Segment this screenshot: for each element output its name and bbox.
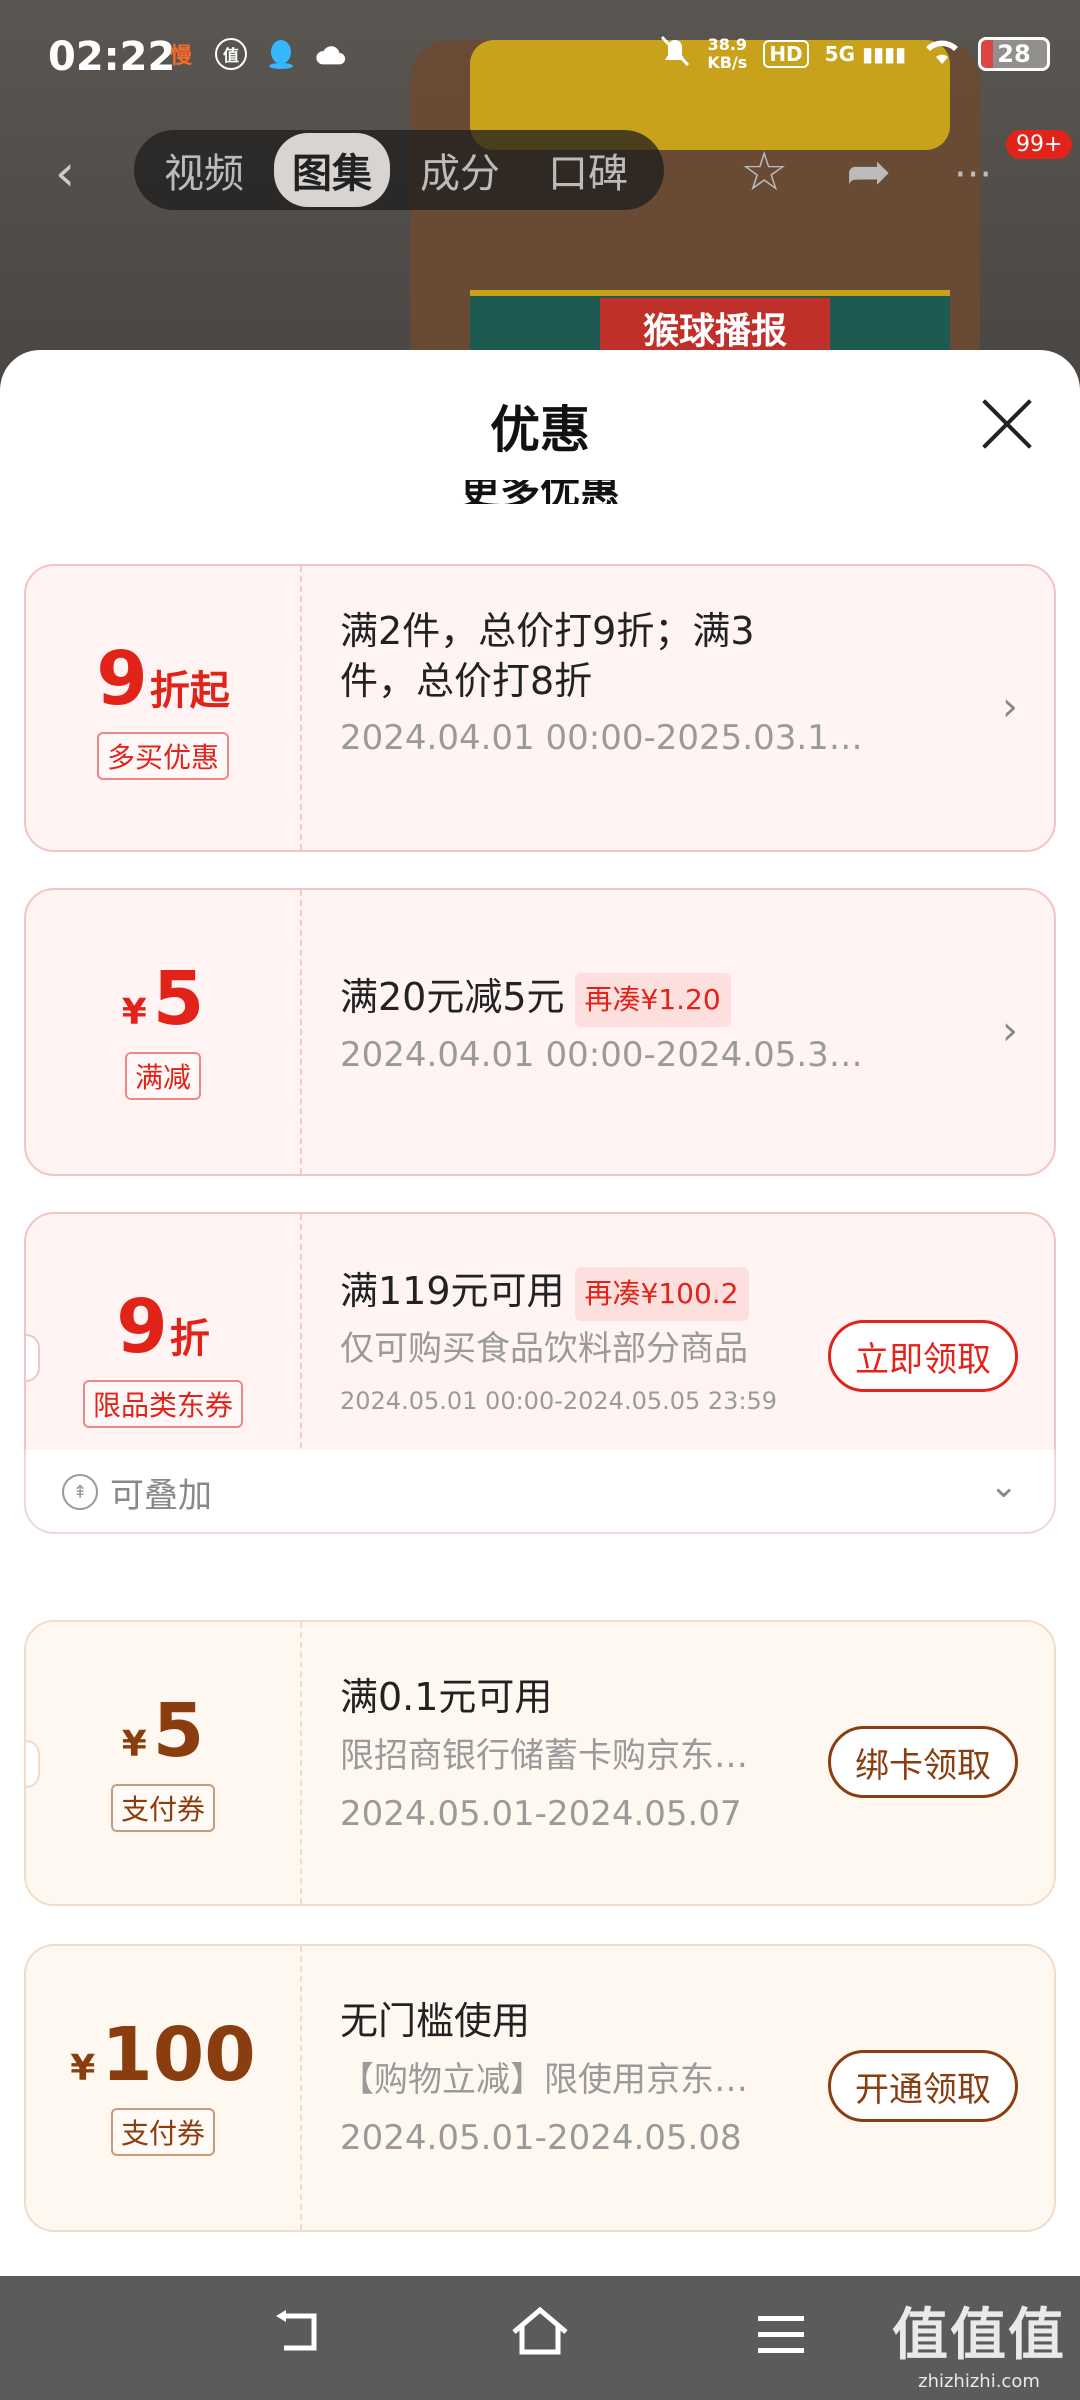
coupon-title: 无门槛使用 — [340, 1999, 531, 2043]
stack-icon: ⇞ — [62, 1474, 98, 1510]
coupon-value-block: 9折 限品类东券 — [26, 1284, 300, 1428]
coupon-details: 无门槛使用 【购物立减】限使用京东… 2024.05.01-2024.05.08 — [340, 1996, 748, 2162]
tab-ingredients[interactable]: 成分 — [402, 133, 518, 207]
promo-details: 满2件，总价打9折；满3件，总价打8折 2024.04.01 00:00-202… — [340, 606, 863, 762]
hd-icon: HD — [763, 39, 809, 68]
favorite-icon[interactable]: ☆ — [740, 140, 788, 203]
activate-claim-button[interactable]: 开通领取 — [828, 2050, 1018, 2122]
claim-now-button[interactable]: 立即领取 — [828, 1320, 1018, 1392]
product-banner-text: 猴球播报 — [600, 298, 830, 358]
top-up-pill: 再凑¥100.2 — [574, 1266, 749, 1321]
status-bar: 02:22 慢 值 38.9 KB/s HD 5G ▮▮▮▮ 28 — [0, 0, 1080, 120]
coupon-desc: 仅可购买食品饮料部分商品 — [340, 1328, 748, 1369]
promo-card-multibuy[interactable]: 9 折起 多买优惠 满2件，总价打9折；满3件，总价打8折 2024.04.01 … — [24, 564, 1056, 852]
promo-value-block: 9 折起 多买优惠 — [26, 636, 300, 780]
promo-card-discount[interactable]: ¥5 满减 满20元减5元 再凑¥1.20 2024.04.01 00:00-20… — [24, 888, 1056, 1176]
coupon-title: 满0.1元可用 — [340, 1675, 553, 1719]
network-speed: 38.9 KB/s — [707, 34, 748, 72]
top-up-pill: 再凑¥1.20 — [574, 972, 731, 1027]
coupon-period: 2024.05.01-2024.05.07 — [340, 1794, 742, 1834]
wifi-icon — [922, 36, 962, 71]
coupon-period: 2024.05.01-2024.05.08 — [340, 2118, 742, 2158]
promotions-sheet: 优惠 更多优惠 9 折起 多买优惠 满2件，总价打9折；满3件，总价打8折 202… — [0, 350, 1080, 2276]
coupon-period: 2024.05.01 00:00-2024.05.05 23:59 — [340, 1386, 778, 1415]
section-header-more-promotions: 更多优惠 — [460, 480, 620, 504]
chevron-right-icon: › — [1002, 1008, 1018, 1054]
tab-gallery[interactable]: 图集 — [274, 133, 390, 207]
tab-video[interactable]: 视频 — [146, 133, 262, 207]
cloud-icon — [315, 38, 347, 70]
coupon-tag: 支付券 — [110, 2108, 215, 2156]
battery-indicator: 28 — [978, 36, 1050, 71]
watermark: 值值值 zhizhizhi.com — [892, 2303, 1066, 2392]
share-icon[interactable]: ➦ — [846, 140, 891, 203]
coupon-value-block: ¥5 支付券 — [26, 1688, 300, 1832]
chevron-right-icon: › — [1002, 684, 1018, 730]
promo-tag: 多买优惠 — [96, 732, 229, 780]
clock: 02:22 — [48, 34, 176, 80]
more-icon[interactable]: ··· — [954, 152, 992, 198]
promo-title: 满2件，总价打9折；满3件，总价打8折 — [340, 609, 755, 703]
coupon-tag: 限品类东券 — [82, 1380, 243, 1428]
notification-icons: 慢 值 — [165, 38, 347, 70]
coupon-desc: 限招商银行储蓄卡购京东… — [340, 1736, 748, 1776]
coupon-tag: 支付券 — [110, 1784, 215, 1832]
promo-details: 满20元减5元 再凑¥1.20 2024.04.01 00:00-2024.05.… — [340, 972, 863, 1079]
media-tabs: 视频 图集 成分 口碑 — [134, 130, 664, 210]
back-nav-icon[interactable] — [272, 2306, 326, 2369]
home-icon[interactable] — [510, 2306, 570, 2369]
promo-period: 2024.04.01 00:00-2024.05.3… — [340, 1034, 863, 1075]
status-indicators: 38.9 KB/s HD 5G ▮▮▮▮ 28 — [659, 34, 1050, 73]
coupon-title: 满119元可用 — [340, 1269, 565, 1313]
promo-tag: 满减 — [124, 1052, 201, 1100]
message-badge: 99+ — [1006, 130, 1073, 159]
promo-title: 满20元减5元 — [340, 975, 565, 1019]
stackable-label: 可叠加 — [110, 1476, 212, 1516]
chevron-down-icon: ⌄ — [989, 1466, 1019, 1506]
menu-icon[interactable] — [756, 2306, 806, 2369]
promo-value-block: ¥5 满减 — [26, 956, 300, 1100]
product-nav-bar: ‹ 视频 图集 成分 口碑 ☆ ➦ ··· — [0, 130, 1080, 210]
sheet-title: 优惠 — [490, 401, 590, 459]
tab-reviews[interactable]: 口碑 — [530, 133, 646, 207]
coupon-details: 满0.1元可用 限招商银行储蓄卡购京东… 2024.05.01-2024.05.… — [340, 1672, 748, 1838]
close-icon[interactable] — [978, 396, 1034, 452]
coupon-value-block: ¥100 支付券 — [26, 2012, 300, 2156]
value-app-icon: 值 — [215, 38, 247, 70]
promo-period: 2024.04.01 00:00-2025.03.1… — [340, 718, 863, 758]
bind-card-claim-button[interactable]: 绑卡领取 — [828, 1726, 1018, 1798]
coupon-desc: 【购物立减】限使用京东… — [340, 2060, 748, 2100]
coupon-card-payment-bank: ¥5 支付券 满0.1元可用 限招商银行储蓄卡购京东… 2024.05.01-2… — [24, 1620, 1056, 1906]
coupon-details: 满119元可用 再凑¥100.2 仅可购买食品饮料部分商品 2024.05.01 … — [340, 1266, 777, 1415]
coupon-card-payment-nothreshold: ¥100 支付券 无门槛使用 【购物立减】限使用京东… 2024.05.01-2… — [24, 1944, 1056, 2232]
mute-icon — [659, 34, 691, 73]
signal-5g-icon: 5G ▮▮▮▮ — [824, 41, 906, 66]
back-icon[interactable]: ‹ — [55, 144, 75, 202]
stackable-row[interactable]: ⇞ 可叠加 ⌄ — [24, 1450, 1056, 1534]
app-notification-icon: 慢 — [169, 44, 192, 69]
qq-icon — [265, 38, 297, 70]
